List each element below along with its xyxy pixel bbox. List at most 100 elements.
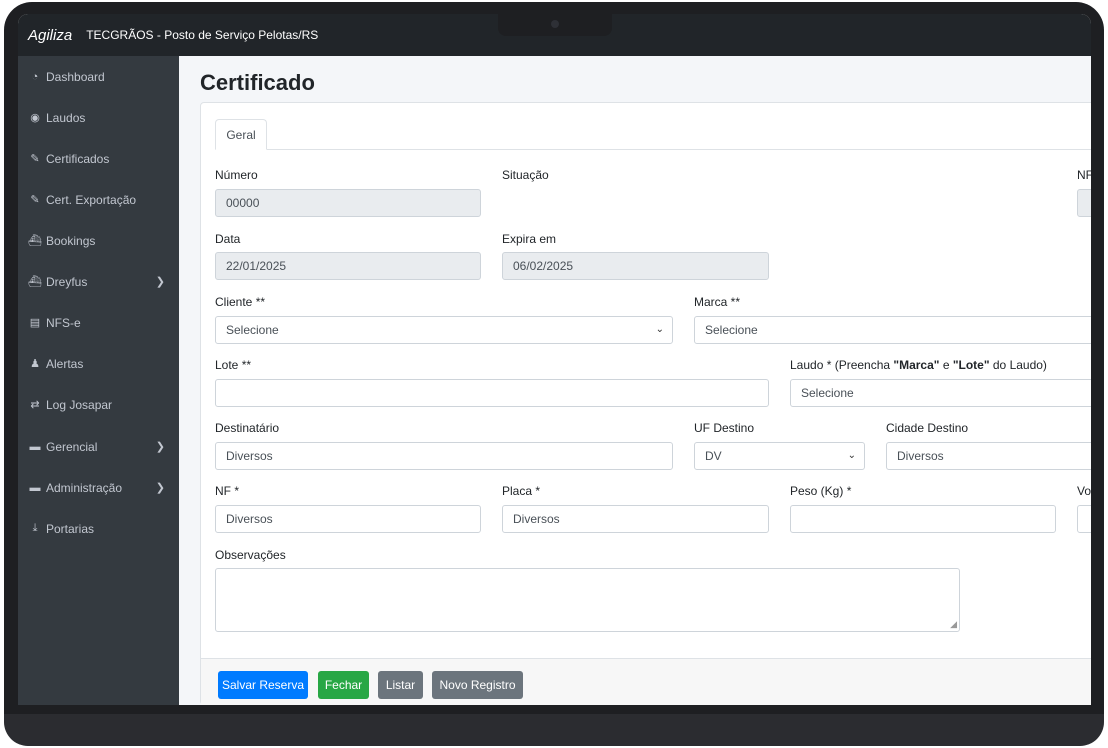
- form-footer: Salvar Reserva Fechar Listar Novo Regist…: [201, 658, 1091, 705]
- observacoes-label: Observações: [215, 548, 286, 562]
- download-icon: ⤓: [32, 522, 38, 534]
- laudo-select[interactable]: Selecione: [790, 379, 1091, 407]
- sidebar-item-nfse[interactable]: ▤ NFS-e: [18, 302, 179, 343]
- fechar-button[interactable]: Fechar: [318, 671, 369, 699]
- laudo-label-e: e: [939, 358, 953, 372]
- sidebar: ◔ Dashboard ◉ Laudos ✎ Certificados ✎ Ce…: [18, 56, 179, 705]
- novo-registro-button[interactable]: Novo Registro: [432, 671, 523, 699]
- sidebar-item-label: NFS-e: [46, 315, 81, 330]
- main-content: Certificado Geral Número 00000 Situação …: [179, 56, 1091, 705]
- vol-partial-label: Vol: [1077, 484, 1091, 498]
- cidade-destino-field[interactable]: Diversos: [886, 442, 1091, 470]
- situacao-label: Situação: [502, 168, 549, 182]
- resize-handle-icon[interactable]: ◢: [950, 619, 957, 630]
- laudo-label-suffix: do Laudo): [989, 358, 1047, 372]
- laudo-label: Laudo * (Preencha "Marca" e "Lote" do La…: [790, 358, 1047, 372]
- form-card: Geral Número 00000 Situação NF Data 22/0…: [200, 102, 1091, 705]
- data-label: Data: [215, 232, 241, 246]
- data-field[interactable]: 22/01/2025: [215, 252, 481, 280]
- company-name: TECGRÃOS - Posto de Serviço Pelotas/RS: [86, 28, 319, 42]
- marca-select[interactable]: Selecione: [694, 316, 1091, 344]
- ship-icon: ⛴: [28, 235, 42, 247]
- sidebar-item-label: Alertas: [46, 356, 84, 371]
- chevron-down-icon: ⌄: [655, 324, 664, 335]
- lote-label: Lote **: [215, 358, 252, 372]
- nf-label: NF *: [215, 484, 239, 498]
- sidebar-item-label: Administração: [46, 480, 123, 495]
- salvar-reserva-button[interactable]: Salvar Reserva: [218, 671, 308, 699]
- sidebar-item-label: Portarias: [46, 521, 95, 536]
- expira-field[interactable]: 06/02/2025: [502, 252, 769, 280]
- folder-icon: ▬: [29, 481, 41, 494]
- vol-partial-field[interactable]: [1077, 505, 1091, 533]
- folder-icon: ▬: [29, 440, 41, 453]
- cliente-select-value: Selecione: [226, 323, 279, 337]
- chevron-down-icon: ⌄: [847, 450, 856, 461]
- sidebar-item-label: Cert. Exportação: [46, 192, 137, 207]
- peso-field[interactable]: [790, 505, 1056, 533]
- sidebar-item-label: Gerencial: [46, 439, 98, 454]
- placa-field[interactable]: Diversos: [502, 505, 769, 533]
- sidebar-item-dashboard[interactable]: ◔ Dashboard: [18, 56, 179, 97]
- peso-label: Peso (Kg) *: [790, 484, 852, 498]
- bell-icon: ♟: [30, 358, 40, 370]
- uf-destino-select[interactable]: DV ⌄: [694, 442, 865, 470]
- expira-label: Expira em: [502, 232, 557, 246]
- nf-field[interactable]: Diversos: [215, 505, 481, 533]
- sidebar-item-bookings[interactable]: ⛴ Bookings: [18, 220, 179, 261]
- sidebar-item-label: Laudos: [46, 110, 86, 125]
- destinatario-label: Destinatário: [215, 421, 280, 435]
- chevron-right-icon: ❯: [155, 276, 165, 288]
- page-title: Certificado: [200, 70, 315, 95]
- sidebar-item-alertas[interactable]: ♟ Alertas: [18, 343, 179, 384]
- numero-field[interactable]: 00000: [215, 189, 481, 217]
- chevron-right-icon: ❯: [155, 482, 165, 494]
- chevron-right-icon: ❯: [155, 441, 165, 453]
- destinatario-field[interactable]: Diversos: [215, 442, 673, 470]
- sidebar-item-portarias[interactable]: ⤓ Portarias: [18, 508, 179, 549]
- sidebar-item-label: Dreyfus: [46, 274, 88, 289]
- placa-label: Placa *: [502, 484, 541, 498]
- sidebar-item-administracao[interactable]: ▬ Administração ❯: [18, 467, 179, 508]
- document-icon: ▤: [29, 317, 41, 329]
- marca-label: Marca **: [694, 295, 741, 309]
- tabs-divider: [215, 149, 1091, 150]
- observacoes-textarea[interactable]: ◢: [215, 568, 960, 632]
- brand-logo[interactable]: Agiliza: [28, 27, 72, 44]
- sidebar-item-dreyfus[interactable]: ⛴ Dreyfus ❯: [18, 261, 179, 302]
- laudo-label-prefix: Laudo * (Preencha: [790, 358, 894, 372]
- laudo-select-value: Selecione: [801, 386, 854, 400]
- ship-icon: ⛴: [28, 276, 42, 288]
- cliente-select[interactable]: Selecione ⌄: [215, 316, 673, 344]
- sidebar-item-label: Bookings: [46, 233, 96, 248]
- camera-icon: [551, 20, 559, 28]
- sidebar-item-log-josapar[interactable]: ⇄ Log Josapar: [18, 384, 179, 425]
- laudo-label-lote: "Lote": [952, 358, 990, 372]
- laudo-label-marca: "Marca": [893, 358, 940, 372]
- app-screen: Agiliza TECGRÃOS - Posto de Serviço Pelo…: [18, 14, 1091, 705]
- sidebar-item-laudos[interactable]: ◉ Laudos: [18, 97, 179, 138]
- laptop-device: Agiliza TECGRÃOS - Posto de Serviço Pelo…: [0, 0, 1108, 748]
- tab-geral[interactable]: Geral: [215, 119, 267, 150]
- sidebar-item-cert-exportacao[interactable]: ✎ Cert. Exportação: [18, 179, 179, 220]
- marca-select-value: Selecione: [705, 323, 758, 337]
- uf-destino-label: UF Destino: [694, 421, 755, 435]
- laptop-base: [4, 714, 1104, 746]
- sidebar-item-gerencial[interactable]: ▬ Gerencial ❯: [18, 426, 179, 467]
- tachometer-icon: ◔: [31, 70, 39, 83]
- exchange-icon: ⇄: [30, 399, 40, 411]
- cliente-label: Cliente **: [215, 295, 266, 309]
- uf-destino-value: DV: [705, 449, 722, 463]
- eye-icon: ◉: [30, 112, 40, 124]
- sidebar-item-label: Dashboard: [46, 69, 105, 84]
- numero-label: Número: [215, 168, 258, 182]
- nf-partial-field[interactable]: [1077, 189, 1091, 217]
- sidebar-item-certificados[interactable]: ✎ Certificados: [18, 138, 179, 179]
- edit-icon: ✎: [30, 153, 40, 165]
- sidebar-item-label: Log Josapar: [46, 397, 113, 412]
- cidade-destino-label: Cidade Destino: [886, 421, 969, 435]
- lote-field[interactable]: [215, 379, 769, 407]
- sidebar-item-label: Certificados: [46, 151, 110, 166]
- nf-partial-label: NF: [1077, 168, 1091, 182]
- listar-button[interactable]: Listar: [378, 671, 423, 699]
